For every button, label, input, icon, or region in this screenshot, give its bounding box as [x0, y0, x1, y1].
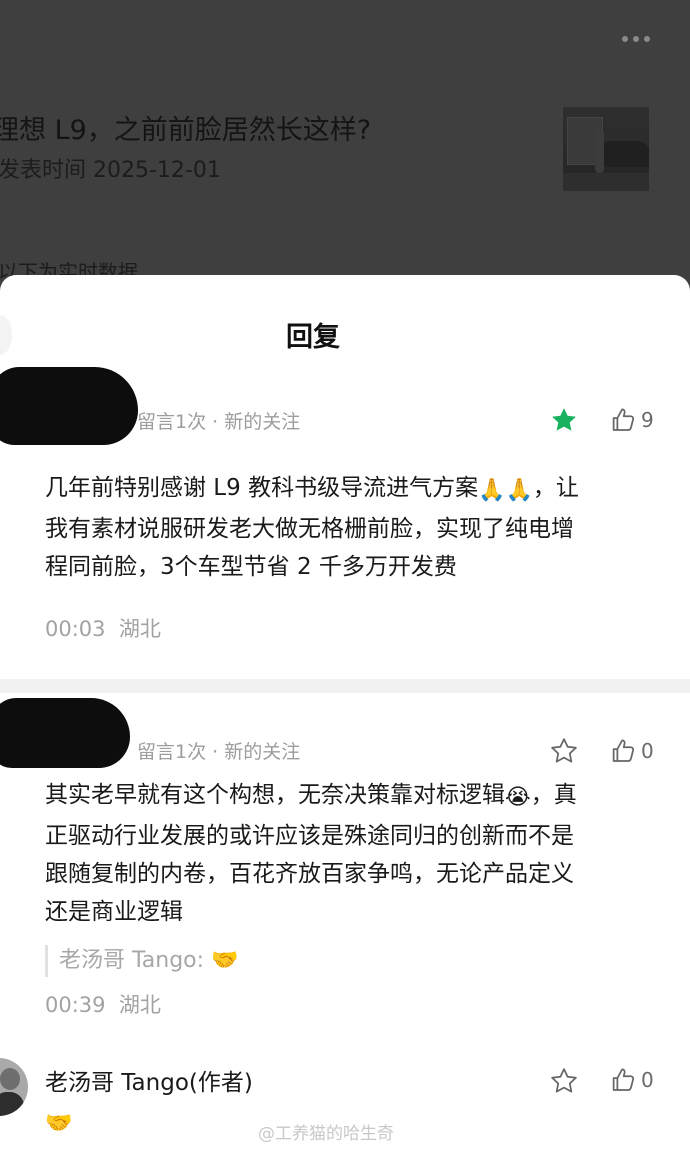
star-icon-filled[interactable]	[549, 405, 579, 435]
reply-sheet: 回复 留言1次 · 新的关注 9 几年前特别感谢 L9 教科书级导流进气方案🙏🙏…	[0, 275, 690, 1150]
sheet-title: 回复	[286, 322, 340, 353]
author-avatar[interactable]	[0, 1058, 28, 1116]
handshake-icon: 🤝	[45, 1111, 73, 1136]
thumbs-up-icon	[612, 739, 635, 762]
like-count: 9	[641, 408, 654, 432]
comment-time-location: 00:39 湖北	[45, 993, 161, 1017]
redacted-username	[0, 698, 130, 768]
article-thumbnail	[563, 107, 649, 191]
comment-meta: 留言1次 · 新的关注	[137, 741, 301, 763]
like-button[interactable]: 0	[608, 1065, 654, 1095]
quoted-reply[interactable]: 老汤哥 Tango: 🤝	[45, 945, 238, 977]
watermark: @工养猫的哈生奇	[258, 1124, 394, 1144]
redacted-username	[0, 367, 138, 445]
more-options-icon[interactable]	[622, 36, 650, 42]
handshake-icon: 🤝	[211, 948, 239, 973]
author-name: 老汤哥 Tango(作者)	[45, 1070, 253, 1096]
comment-text: 其实老早就有这个构想，无奈决策靠对标逻辑😭，真 正驱动行业发展的或许应该是殊途同…	[45, 776, 655, 931]
like-button[interactable]: 0	[608, 736, 654, 766]
like-count: 0	[641, 1068, 654, 1092]
article-title: 理想 L9，之前前脸居然长这样?	[0, 115, 372, 146]
comment-meta: 留言1次 · 新的关注	[137, 411, 301, 433]
comment-time-location: 00:03 湖北	[45, 617, 161, 641]
section-divider	[0, 679, 690, 693]
thumbs-up-icon	[612, 408, 635, 431]
thumbs-up-icon	[612, 1068, 635, 1091]
pray-hands-icon: 🙏🙏	[478, 478, 533, 503]
like-count: 0	[641, 739, 654, 763]
publish-date: 发表时间 2025-12-01	[0, 158, 221, 183]
crying-face-icon: 😭	[505, 785, 531, 810]
background-article: 理想 L9，之前前脸居然长这样? 发表时间 2025-12-01 以下为实时数据	[0, 0, 690, 290]
comment-text: 几年前特别感谢 L9 教科书级导流进气方案🙏🙏，让 我有素材说服研发老大做无格栅…	[45, 469, 655, 586]
star-icon-outline[interactable]	[549, 1066, 579, 1096]
star-icon-outline[interactable]	[549, 736, 579, 766]
like-button[interactable]: 9	[608, 405, 654, 435]
